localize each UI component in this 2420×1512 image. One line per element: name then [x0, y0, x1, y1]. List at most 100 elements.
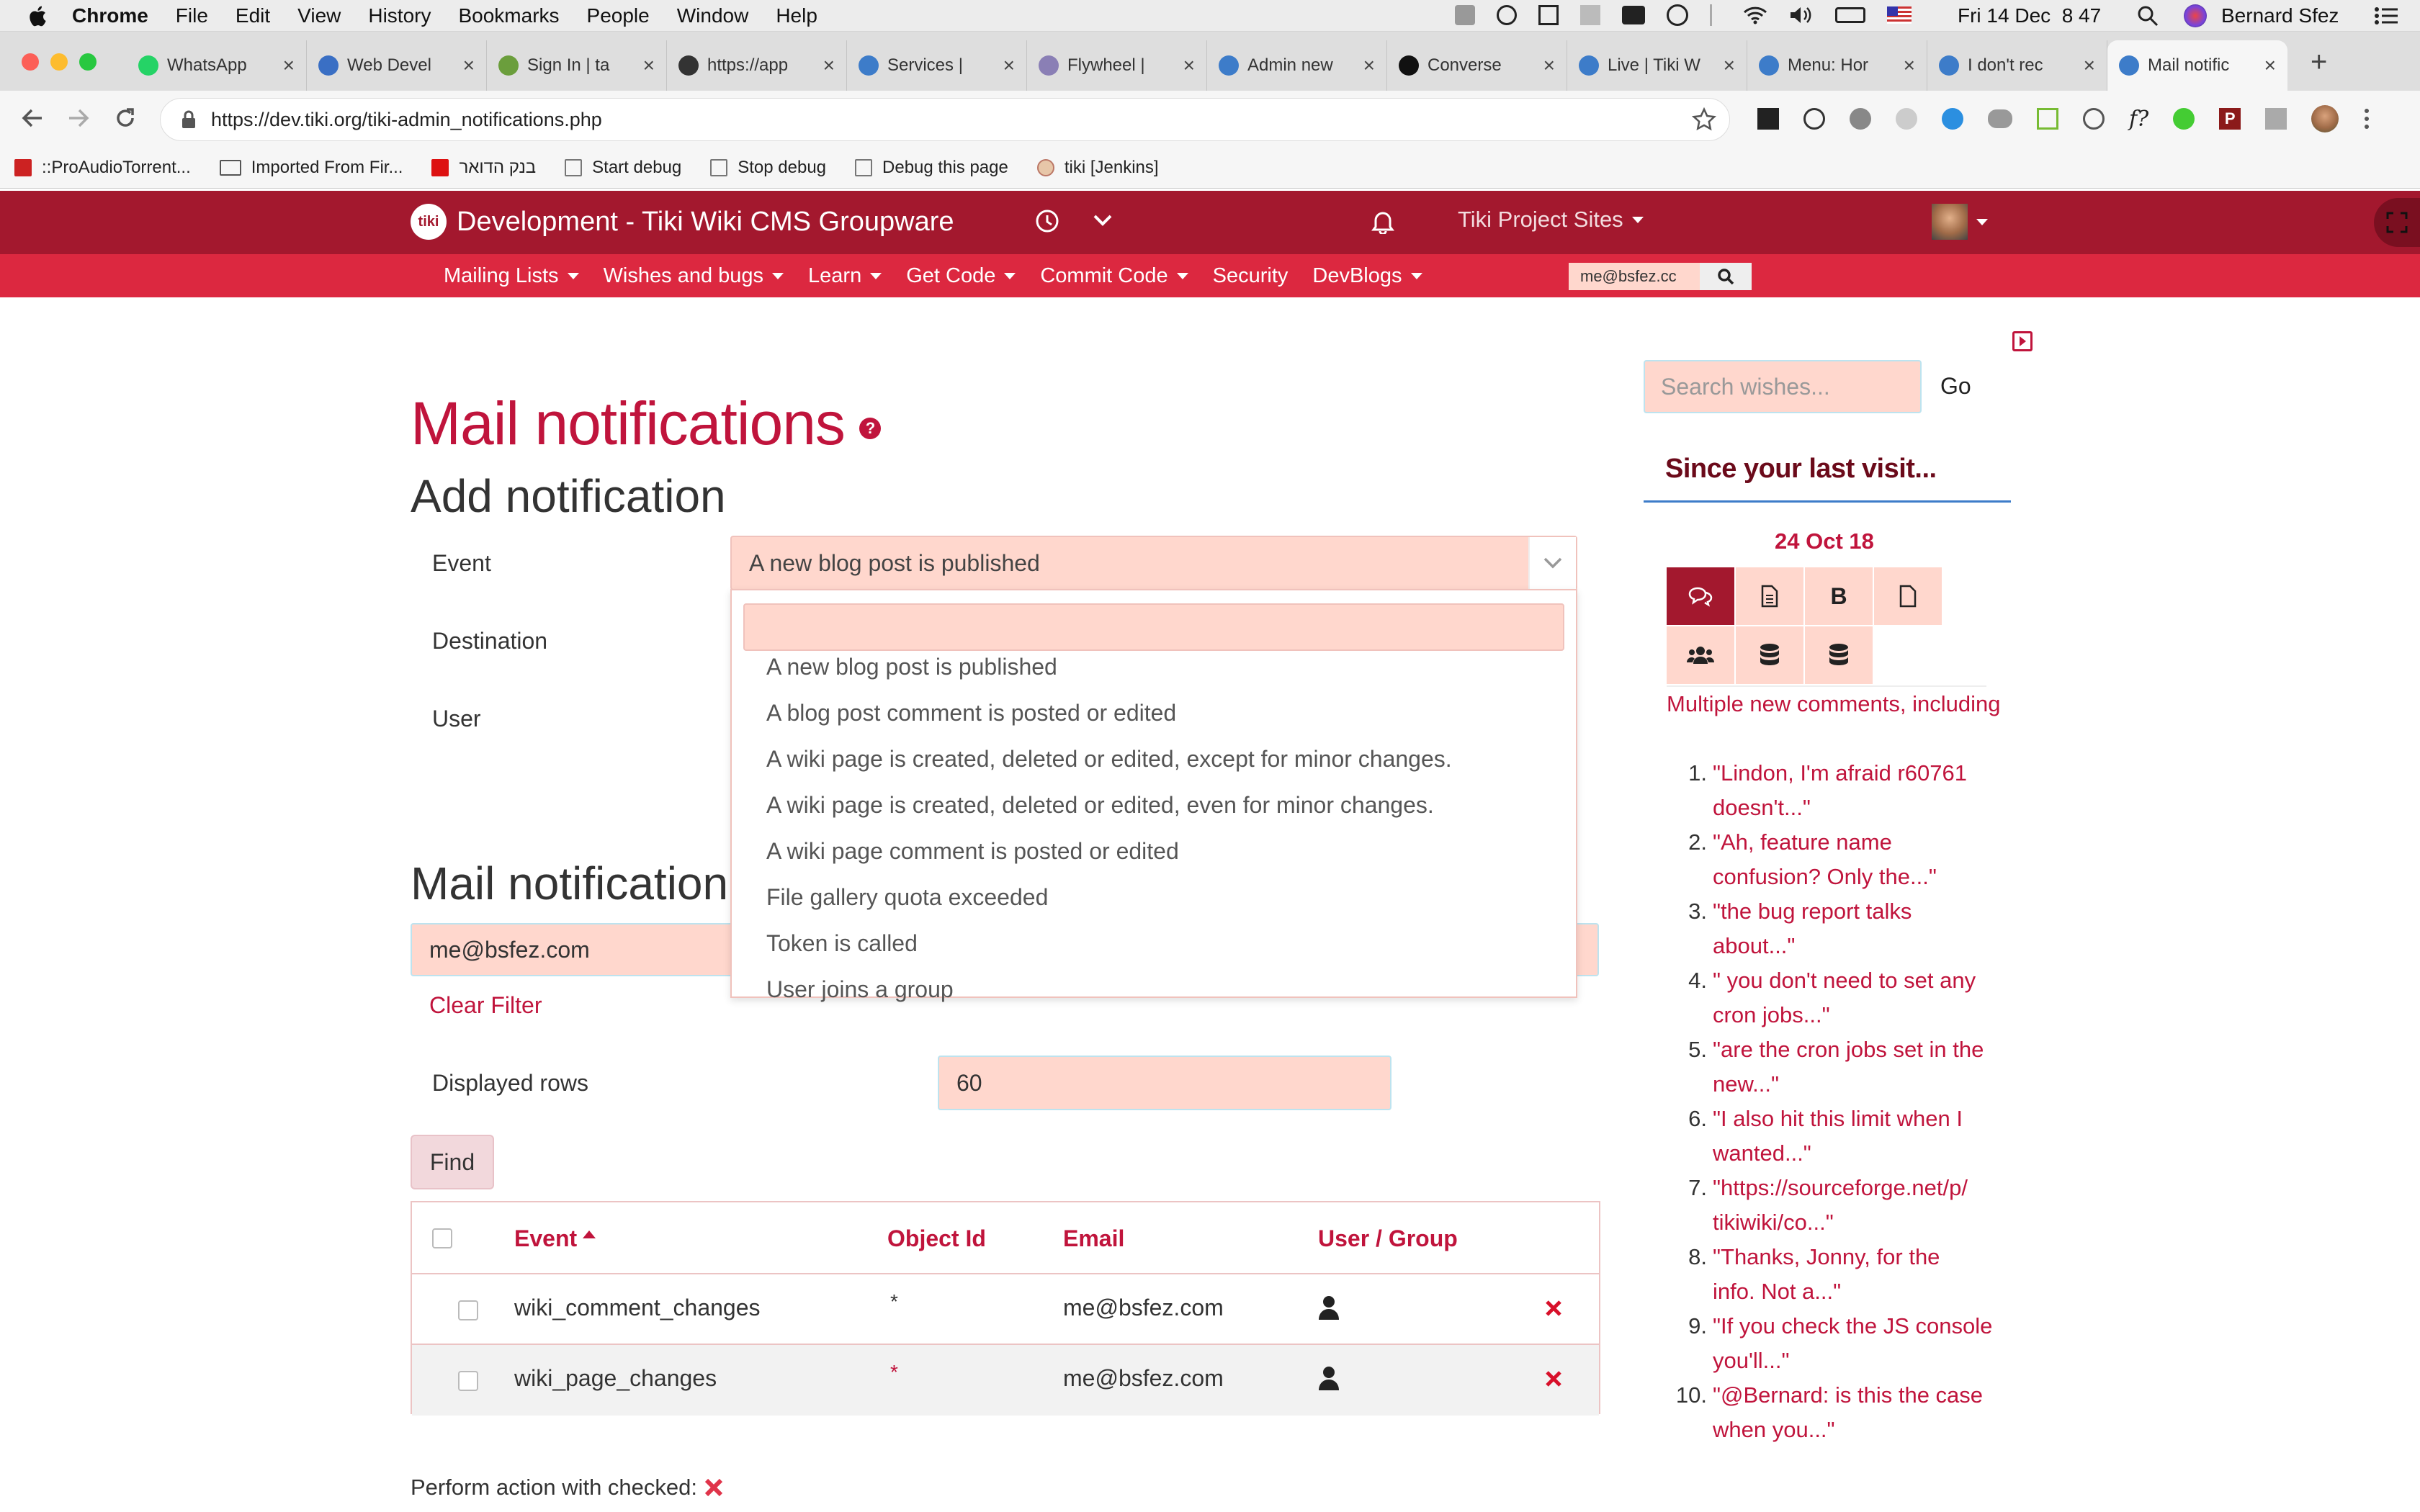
bookmark-bank[interactable]: בנק הדואר	[431, 158, 536, 178]
menu-file[interactable]: File	[176, 4, 208, 27]
tab-1[interactable]: Web Devel ×	[307, 40, 487, 91]
extension-icon-8[interactable]	[2083, 108, 2105, 130]
comment-item[interactable]: 9. "If you check the JS console you'll..."	[1667, 1309, 2005, 1378]
go-button[interactable]: Go	[1940, 373, 1971, 400]
notification-center-icon[interactable]	[2374, 6, 2398, 26]
menubar-user[interactable]: Bernard Sfez	[2221, 4, 2339, 27]
find-button[interactable]: Find	[411, 1135, 494, 1189]
col-user-group-header[interactable]: User / Group	[1318, 1225, 1458, 1252]
trackers-2-tab[interactable]	[1805, 626, 1873, 684]
extension-icon-7[interactable]	[2037, 108, 2058, 130]
dropdown-option-3[interactable]: A wiki page is created, deleted or edite…	[766, 792, 1434, 819]
extension-icon-5[interactable]	[1942, 108, 1963, 130]
extension-icon-1[interactable]	[1757, 108, 1779, 130]
comment-item[interactable]: 8. "Thanks, Jonny, for the info. Not a..."	[1667, 1240, 2005, 1309]
comment-item[interactable]: 1. "Lindon, I'm afraid r60761 doesn't..."	[1667, 756, 2005, 825]
tab-7[interactable]: Converse ×	[1387, 40, 1567, 91]
comment-item[interactable]: 5. "are the cron jobs set in the new..."	[1667, 1032, 2005, 1102]
bookmark-jenkins[interactable]: tiki [Jenkins]	[1036, 158, 1159, 178]
files-tab[interactable]	[1874, 567, 1942, 625]
delete-row-icon[interactable]	[1544, 1299, 1563, 1318]
tab-8[interactable]: Live | Tiki W ×	[1567, 40, 1747, 91]
dropdown-option-5[interactable]: File gallery quota exceeded	[766, 884, 1048, 911]
search-wishes-input[interactable]: Search wishes...	[1644, 360, 1922, 413]
comment-item[interactable]: 2. "Ah, feature name confusion? Only the..…	[1667, 825, 2005, 894]
nav-item-2[interactable]: Learn	[808, 264, 882, 288]
row-checkbox[interactable]	[458, 1300, 478, 1320]
tab-close-icon[interactable]: ×	[283, 54, 295, 77]
flag-icon[interactable]	[1887, 6, 1912, 24]
extension-icon-2[interactable]	[1803, 108, 1825, 130]
header-search-button[interactable]	[1700, 263, 1752, 290]
displayed-rows-input[interactable]: 60	[938, 1056, 1392, 1110]
bookmark-debug-page[interactable]: Debug this page	[855, 158, 1008, 178]
menu-edit[interactable]: Edit	[236, 4, 270, 27]
blogs-tab[interactable]: B	[1805, 567, 1873, 625]
nav-item-4[interactable]: Commit Code	[1040, 264, 1188, 288]
wifi-icon[interactable]	[1743, 6, 1767, 24]
dropdown-option-0[interactable]: A new blog post is published	[766, 654, 1057, 680]
status-icon-3[interactable]	[1538, 5, 1559, 25]
extension-icon-12[interactable]	[2265, 108, 2287, 130]
col-object-header[interactable]: Object Id	[887, 1225, 986, 1252]
status-icon-2[interactable]	[1497, 5, 1517, 25]
back-icon[interactable]	[20, 107, 45, 130]
forward-icon[interactable]	[66, 107, 91, 130]
extension-icon-11[interactable]: P	[2219, 108, 2241, 130]
dropdown-search-input[interactable]	[743, 603, 1564, 651]
window-minimize-button[interactable]	[50, 53, 68, 71]
nav-item-0[interactable]: Mailing Lists	[444, 264, 579, 288]
siri-icon[interactable]	[2184, 4, 2207, 27]
header-search-input[interactable]: me@bsfez.cc	[1569, 263, 1700, 290]
address-bar[interactable]: https://dev.tiki.org/tiki-admin_notifica…	[160, 98, 1730, 141]
trackers-tab[interactable]	[1736, 626, 1803, 684]
tab-close-icon[interactable]: ×	[2084, 54, 2095, 77]
window-zoom-button[interactable]	[79, 53, 97, 71]
help-icon[interactable]: ?	[859, 417, 881, 439]
tab-close-icon[interactable]: ×	[1724, 54, 1735, 77]
bookmark-proaudio[interactable]: ::ProAudioTorrent...	[14, 158, 191, 178]
dropdown-option-6[interactable]: Token is called	[766, 930, 918, 957]
time-machine-icon[interactable]	[1667, 4, 1688, 26]
pages-tab[interactable]	[1736, 567, 1803, 625]
reload-icon[interactable]	[114, 107, 137, 130]
extension-icon-3[interactable]	[1850, 108, 1871, 130]
bookmark-stop-debug[interactable]: Stop debug	[710, 158, 826, 178]
comment-item[interactable]: 10. "@Bernard: is this the case when you..…	[1667, 1378, 2005, 1447]
dropdown-option-1[interactable]: A blog post comment is posted or edited	[766, 700, 1176, 726]
tab-3[interactable]: https://app ×	[667, 40, 847, 91]
new-tab-button[interactable]: +	[2311, 46, 2327, 78]
bookmark-star-icon[interactable]	[1692, 107, 1716, 132]
extension-icon-4[interactable]	[1896, 108, 1917, 130]
chrome-menu-icon[interactable]	[2363, 107, 2370, 130]
tab-close-icon[interactable]: ×	[1363, 54, 1375, 77]
bookmark-start-debug[interactable]: Start debug	[565, 158, 681, 178]
menu-history[interactable]: History	[368, 4, 431, 27]
users-tab[interactable]	[1667, 626, 1734, 684]
tab-9[interactable]: Menu: Hor ×	[1747, 40, 1927, 91]
extension-icon-9[interactable]: f?	[2129, 107, 2148, 132]
tab-4[interactable]: Services | ×	[847, 40, 1027, 91]
status-icon-5[interactable]	[1622, 6, 1645, 24]
tab-5[interactable]: Flywheel | ×	[1027, 40, 1207, 91]
comment-item[interactable]: 4. " you don't need to set any cron jobs..…	[1667, 963, 2005, 1032]
tab-11[interactable]: Mail notific ×	[2107, 40, 2287, 91]
menu-view[interactable]: View	[297, 4, 341, 27]
row-checkbox[interactable]	[458, 1371, 478, 1391]
spotlight-icon[interactable]	[2136, 4, 2159, 27]
tab-close-icon[interactable]: ×	[463, 54, 475, 77]
tab-2[interactable]: Sign In | ta ×	[487, 40, 667, 91]
menu-window[interactable]: Window	[677, 4, 749, 27]
volume-icon[interactable]	[1789, 5, 1814, 25]
tab-10[interactable]: I don't rec ×	[1927, 40, 2107, 91]
menu-app-name[interactable]: Chrome	[72, 4, 148, 27]
comment-item[interactable]: 7. "https://sourceforge.net/p/tikiwiki/co…	[1667, 1171, 2005, 1240]
menu-people[interactable]: People	[587, 4, 650, 27]
delete-checked-icon[interactable]	[703, 1477, 725, 1498]
tab-0[interactable]: WhatsApp ×	[127, 40, 307, 91]
status-icon-1[interactable]	[1455, 5, 1475, 25]
comment-item[interactable]: 3. "the bug report talks about..."	[1667, 894, 2005, 963]
toggle-sidebar-icon[interactable]	[2012, 331, 2033, 351]
chevron-down-icon[interactable]	[1092, 212, 1113, 228]
tab-close-icon[interactable]: ×	[643, 54, 655, 77]
